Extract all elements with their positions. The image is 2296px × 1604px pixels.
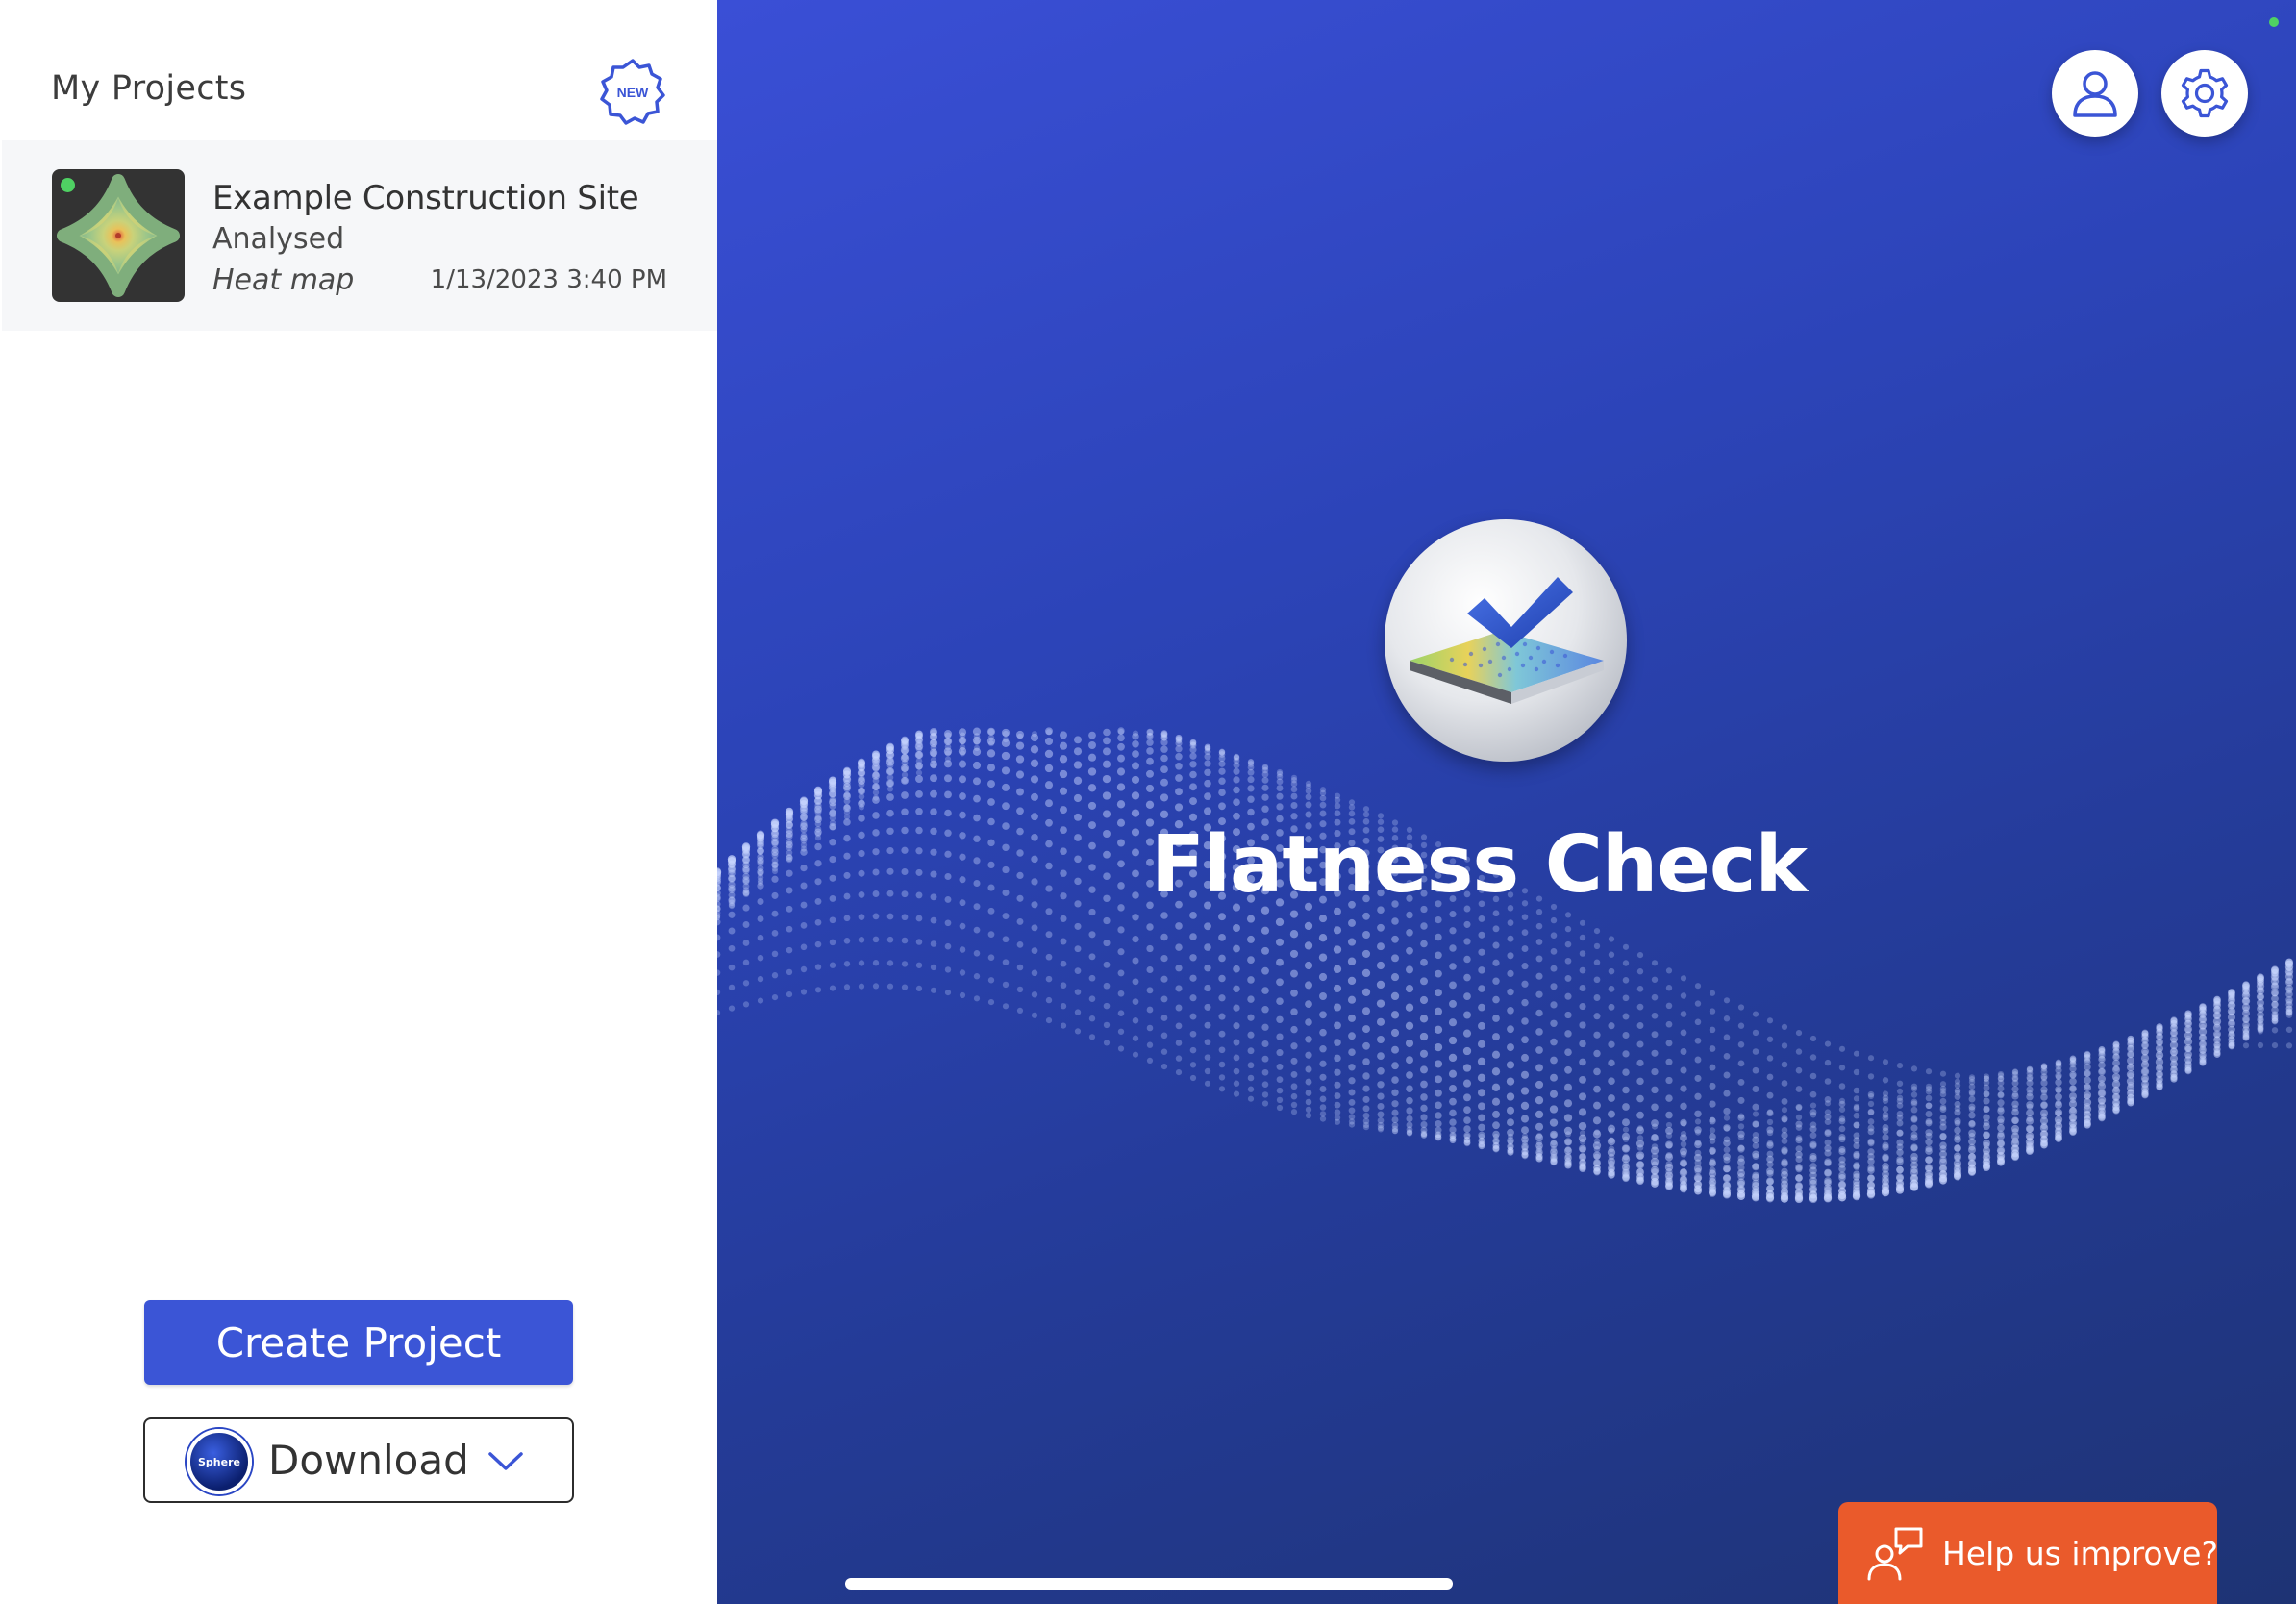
settings-button[interactable] [2161, 50, 2248, 137]
project-type: Heat map [212, 263, 355, 297]
help-us-improve-button[interactable]: Help us improve? [1838, 1502, 2218, 1604]
flatness-check-logo [1385, 519, 1627, 762]
sidebar-title: My Projects [51, 69, 247, 108]
chevron-down-icon [487, 1446, 525, 1475]
project-date: 1/13/2023 3:40 PM [430, 265, 667, 294]
home-indicator [845, 1578, 1453, 1590]
new-badge-icon: NEW [600, 59, 665, 125]
gear-icon [2181, 68, 2229, 118]
heat-map-thumbnail [52, 169, 185, 302]
particle-wave-background [717, 727, 2294, 1204]
download-dropdown[interactable]: Sphere Download [143, 1417, 574, 1503]
hero-panel: Flatness Check Help us improve? [717, 0, 2296, 1604]
sidebar-header: My Projects NEW [0, 0, 717, 139]
sphere-logo: Sphere [187, 1429, 252, 1494]
profile-button[interactable] [2052, 50, 2138, 137]
project-list-item[interactable]: Example Construction Site Analysed Heat … [2, 140, 717, 331]
project-name: Example Construction Site [212, 179, 639, 217]
help-button-label: Help us improve? [1942, 1535, 2218, 1572]
download-label: Download [268, 1437, 469, 1484]
app-root: My Projects NEW Example Construction Sit… [0, 0, 2296, 1604]
create-project-button[interactable]: Create Project [144, 1300, 573, 1385]
user-icon [2073, 71, 2117, 117]
projects-sidebar: My Projects NEW Example Construction Sit… [0, 0, 717, 1604]
new-badge-text: NEW [617, 85, 649, 100]
feedback-icon [1865, 1525, 1925, 1581]
project-status: Analysed [212, 222, 345, 256]
new-project-badge[interactable]: NEW [598, 58, 667, 127]
project-status-dot [61, 178, 75, 192]
app-title: Flatness Check [1150, 819, 1808, 911]
status-indicator-dot [2269, 17, 2279, 27]
